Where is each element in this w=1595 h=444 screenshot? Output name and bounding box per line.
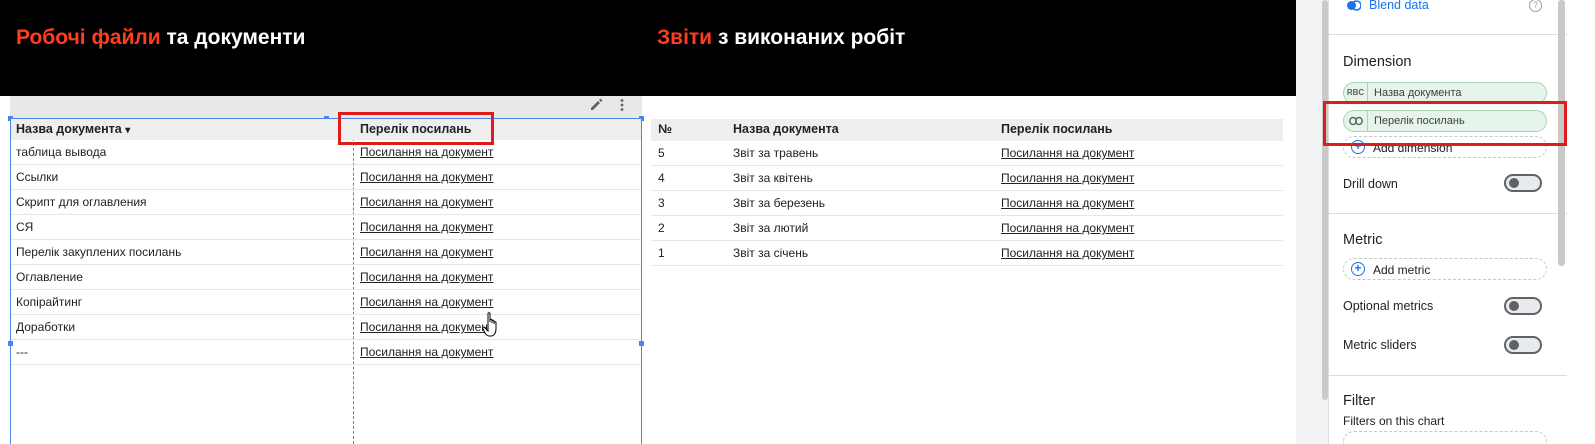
text-type-icon: RBC: [1344, 83, 1368, 103]
pencil-icon[interactable]: [588, 98, 604, 114]
doc-link[interactable]: Посилання на документ: [360, 245, 493, 259]
right-title-rest: з виконаних робіт: [712, 26, 906, 49]
column-header-links[interactable]: Перелік посилань: [1001, 122, 1112, 136]
doc-name: Скрипт для оглавления: [16, 195, 147, 209]
add-metric-label: Add metric: [1373, 263, 1431, 277]
toggle-knob: [1509, 340, 1519, 350]
table-row: 4 Звіт за квітень Посилання на документ: [651, 166, 1283, 191]
filter-heading: Filter: [1343, 393, 1376, 409]
toggle-knob: [1509, 301, 1519, 311]
report-number: 1: [658, 246, 665, 260]
table-row: Скрипт для оглавления Посилання на докум…: [11, 190, 641, 215]
table-row: Оглавление Посилання на документ: [11, 265, 641, 290]
report-number: 5: [658, 146, 665, 160]
help-icon[interactable]: ?: [1529, 0, 1542, 12]
metric-sliders-toggle[interactable]: [1504, 336, 1542, 354]
doc-link[interactable]: Посилання на документ: [360, 220, 493, 234]
table-row: Копірайтинг Посилання на документ: [11, 290, 641, 315]
doc-link[interactable]: Посилання на документ: [360, 295, 493, 309]
table-row: Доработки Посилання на документ: [11, 315, 641, 340]
highlight-box-dimension: [1323, 101, 1567, 146]
toggle-knob: [1509, 178, 1519, 188]
doc-link[interactable]: Посилання на документ: [360, 145, 493, 159]
left-title-accent: Робочі файли: [16, 26, 161, 49]
left-title-rest: та документи: [160, 26, 306, 49]
doc-name: СЯ: [16, 220, 34, 234]
report-name: Звіт за березень: [733, 196, 826, 210]
dimension-label: Назва документа: [1374, 87, 1462, 99]
add-metric-button[interactable]: + Add metric: [1343, 258, 1547, 280]
divider: [1329, 213, 1567, 214]
properties-panel: Blend data ? Dimension RBC Назва докумен…: [1328, 0, 1567, 444]
drill-down-label: Drill down: [1343, 177, 1398, 191]
report-number: 3: [658, 196, 665, 210]
optional-metrics-label: Optional metrics: [1343, 299, 1434, 313]
doc-link[interactable]: Посилання на документ: [360, 270, 493, 284]
report-name: Звіт за січень: [733, 246, 809, 260]
filters-on-chart-label: Filters on this chart: [1343, 414, 1445, 428]
report-link[interactable]: Посилання на документ: [1001, 221, 1134, 235]
column-header-number[interactable]: №: [658, 122, 672, 136]
doc-name: Копірайтинг: [16, 295, 83, 309]
report-canvas: Робочі файли та документи Звіти з викона…: [0, 0, 1328, 444]
table-row: таблица вывода Посилання на документ: [11, 140, 641, 165]
blend-icon: [1347, 0, 1361, 11]
optional-metrics-toggle[interactable]: [1504, 297, 1542, 315]
dimension-heading: Dimension: [1343, 54, 1412, 70]
doc-link[interactable]: Посилання на документ: [360, 320, 493, 334]
table-row: 5 Звіт за травень Посилання на документ: [651, 141, 1283, 166]
table-row: СЯ Посилання на документ: [11, 215, 641, 240]
report-link[interactable]: Посилання на документ: [1001, 246, 1134, 260]
table-row: Перелік закуплених посилань Посилання на…: [11, 240, 641, 265]
column-header-name[interactable]: Назва документа: [733, 122, 839, 136]
drill-down-toggle[interactable]: [1504, 174, 1542, 192]
report-link[interactable]: Посилання на документ: [1001, 146, 1134, 160]
hand-cursor-icon: [482, 312, 497, 337]
highlight-box-column-header: [338, 112, 494, 145]
table-header: Назва документа ▾ Перелік посилань: [11, 119, 641, 140]
column-header-name[interactable]: Назва документа ▾: [16, 122, 130, 136]
doc-name: Перелік закуплених посилань: [16, 245, 182, 259]
doc-link[interactable]: Посилання на документ: [360, 195, 493, 209]
sort-icon: ▾: [125, 125, 131, 136]
doc-name: Доработки: [16, 320, 76, 334]
report-number: 2: [658, 221, 665, 235]
doc-link[interactable]: Посилання на документ: [360, 170, 493, 184]
table-row: 2 Звіт за лютий Посилання на документ: [651, 216, 1283, 241]
left-section-title: Робочі файли та документи: [16, 26, 305, 50]
documents-table[interactable]: Назва документа ▾ Перелік посилань табли…: [8, 96, 644, 444]
doc-name: Оглавление: [16, 270, 83, 284]
report-name: Звіт за квітень: [733, 171, 813, 185]
doc-name: таблица вывода: [16, 145, 107, 159]
metric-heading: Metric: [1343, 232, 1383, 248]
divider: [1329, 375, 1567, 376]
table-row: Ссылки Посилання на документ: [11, 165, 641, 190]
more-vert-icon[interactable]: [614, 98, 630, 114]
report-name: Звіт за травень: [733, 146, 819, 160]
chart-toolbar: [10, 96, 642, 118]
report-link[interactable]: Посилання на документ: [1001, 196, 1134, 210]
report-number: 4: [658, 171, 665, 185]
table-row: 3 Звіт за березень Посилання на документ: [651, 191, 1283, 216]
doc-name: Ссылки: [16, 170, 59, 184]
report-name: Звіт за лютий: [733, 221, 809, 235]
right-title-accent: Звіти: [657, 26, 713, 49]
add-filter-button[interactable]: [1343, 431, 1547, 444]
table-row: --- Посилання на документ: [11, 340, 641, 365]
report-link[interactable]: Посилання на документ: [1001, 171, 1134, 185]
blend-data-row[interactable]: Blend data ?: [1329, 0, 1567, 14]
doc-link[interactable]: Посилання на документ: [360, 345, 493, 359]
blend-data-link[interactable]: Blend data: [1369, 0, 1429, 12]
right-section-title: Звіти з виконаних робіт: [657, 26, 905, 50]
reports-table-header: № Назва документа Перелік посилань: [651, 119, 1283, 141]
table-row: 1 Звіт за січень Посилання на документ: [651, 241, 1283, 266]
metric-sliders-label: Metric sliders: [1343, 338, 1417, 352]
add-icon: +: [1351, 262, 1365, 276]
doc-name: ---: [16, 345, 28, 359]
divider: [1329, 34, 1567, 35]
